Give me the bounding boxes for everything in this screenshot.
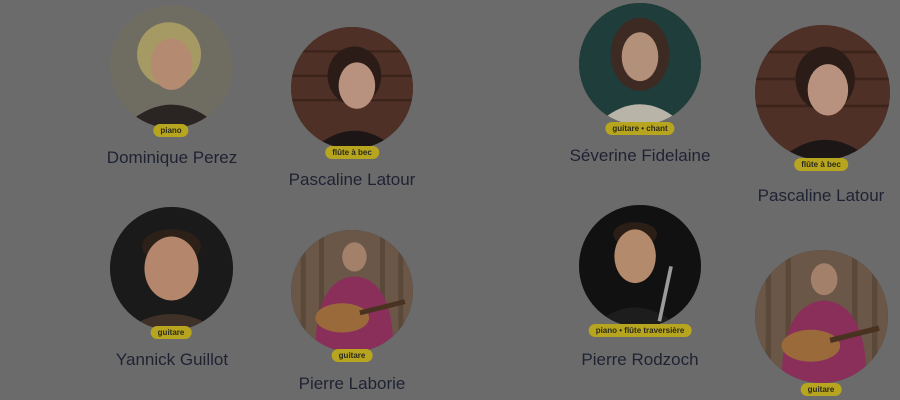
flutist-portrait-icon xyxy=(579,205,701,327)
instrument-badge: flûte à bec xyxy=(325,146,379,159)
instrument-badge: piano • flûte traversière xyxy=(588,324,692,337)
woman-portrait-icon xyxy=(291,27,413,149)
teacher-name[interactable]: Yannick Guillot xyxy=(116,350,228,370)
teacher-name[interactable]: Pierre Rodzoch xyxy=(581,350,698,370)
avatar[interactable] xyxy=(755,25,890,160)
avatar[interactable] xyxy=(579,3,701,125)
avatar[interactable] xyxy=(579,205,701,327)
teacher-name[interactable]: Pascaline Latour xyxy=(289,170,416,190)
teacher-name[interactable]: Dominique Perez xyxy=(107,148,237,168)
instrument-badge: guitare • chant xyxy=(605,122,675,135)
teacher-name[interactable]: Séverine Fidelaine xyxy=(570,146,711,166)
avatar[interactable] xyxy=(291,230,413,352)
woman-portrait-icon xyxy=(579,3,701,125)
instrument-badge: guitare xyxy=(800,383,842,396)
guitarist-portrait-icon xyxy=(291,230,413,352)
instrument-badge: piano xyxy=(153,124,189,137)
woman-portrait-icon xyxy=(110,5,233,128)
woman-portrait-icon xyxy=(755,25,890,160)
instrument-badge: flûte à bec xyxy=(794,158,848,171)
teacher-name[interactable]: Pascaline Latour xyxy=(758,186,885,206)
avatar[interactable] xyxy=(110,207,233,330)
instrument-badge: guitare xyxy=(150,326,192,339)
avatar[interactable] xyxy=(291,27,413,149)
man-portrait-icon xyxy=(110,207,233,330)
avatar[interactable] xyxy=(110,5,233,128)
guitarist-portrait-icon xyxy=(755,250,888,383)
instrument-badge: guitare xyxy=(331,349,373,362)
avatar[interactable] xyxy=(755,250,888,383)
teacher-name[interactable]: Pierre Laborie xyxy=(299,374,406,394)
